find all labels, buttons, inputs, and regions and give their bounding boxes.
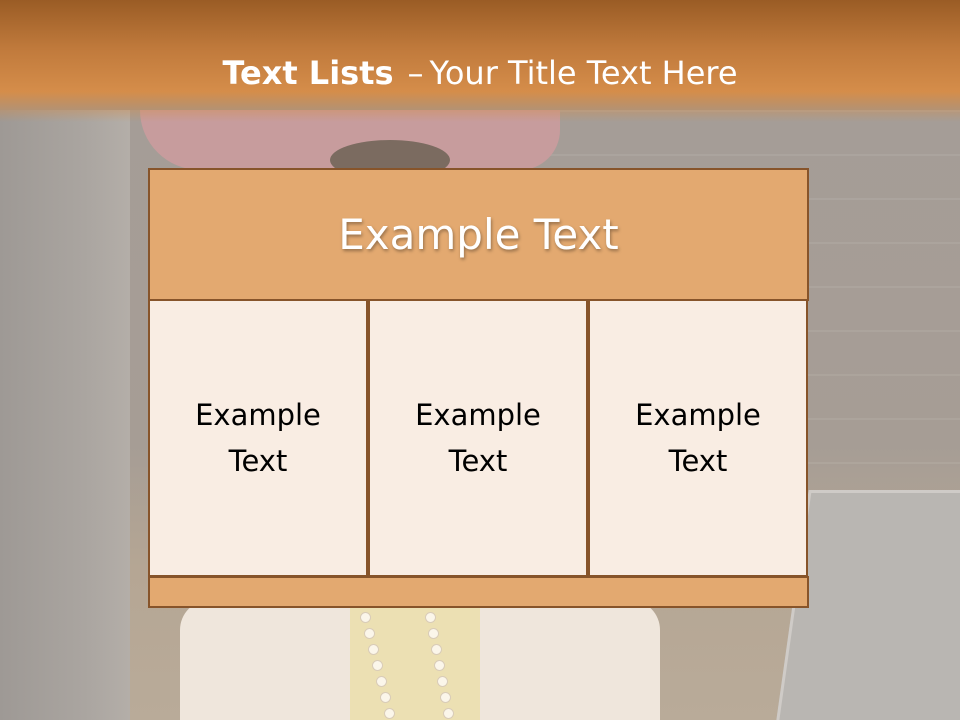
- title-bar: Text Lists – Your Title Text Here: [0, 0, 960, 122]
- diagram-header-box: Example Text: [148, 168, 809, 301]
- diagram-column-2: Example Text: [368, 299, 588, 577]
- diagram-column-1-text: Example Text: [195, 398, 321, 478]
- diagram-column-1: Example Text: [148, 299, 368, 577]
- background-person-shirt: [350, 605, 480, 720]
- diagram-header-text: Example Text: [338, 210, 619, 259]
- slide-title-dash: –: [407, 54, 424, 92]
- slide-title-rest: Your Title Text Here: [429, 54, 738, 92]
- diagram-column-3: Example Text: [588, 299, 808, 577]
- diagram-column-3-text: Example Text: [635, 398, 761, 478]
- slide-title-bold: Text Lists: [222, 54, 394, 92]
- diagram-column-2-text: Example Text: [415, 398, 541, 478]
- diagram-footer-bar: [148, 576, 809, 608]
- text-list-diagram: Example Text Example Text Example Text E…: [148, 168, 809, 609]
- slide-title: Text Lists – Your Title Text Here: [0, 54, 960, 92]
- background-wall-left: [0, 110, 140, 720]
